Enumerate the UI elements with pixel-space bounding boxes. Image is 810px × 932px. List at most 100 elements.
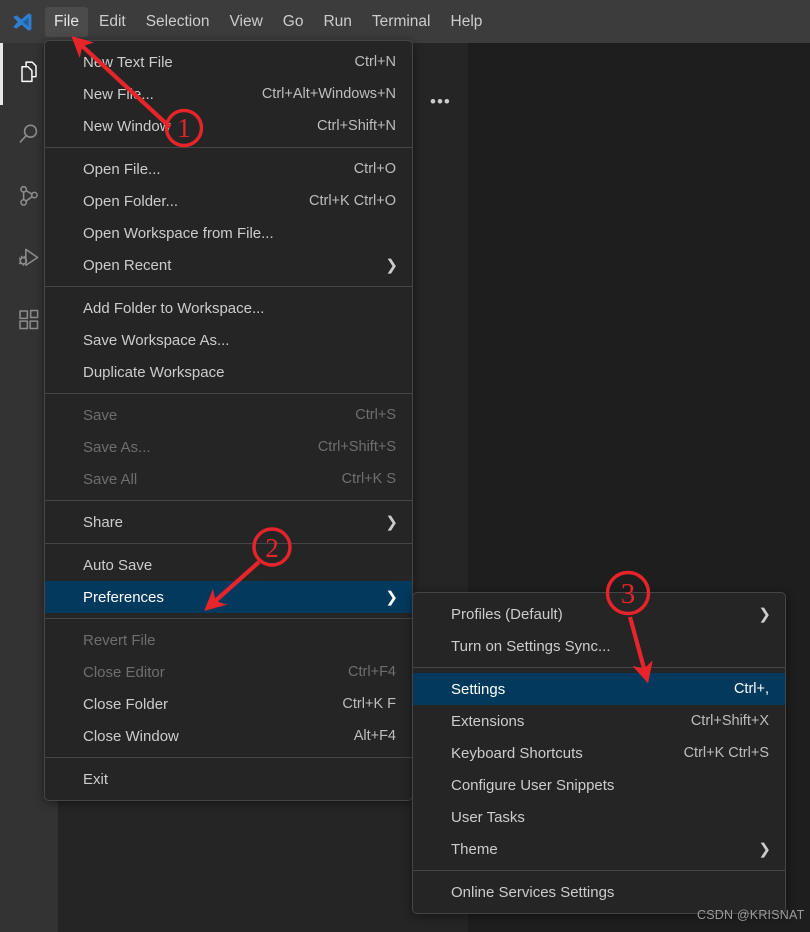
file-menu-separator <box>45 757 412 758</box>
file-menu-item-label: Exit <box>83 770 109 788</box>
preferences-menu-separator <box>413 667 785 668</box>
file-menu-item-open-folder[interactable]: Open Folder... Ctrl+K Ctrl+O <box>45 185 412 217</box>
file-menu-item-label: Share <box>83 513 124 531</box>
file-menu-item-label: Save As... <box>83 438 151 456</box>
preferences-menu-item-extensions[interactable]: Extensions Ctrl+Shift+X <box>413 705 785 737</box>
chevron-right-icon: ❯ <box>758 840 771 858</box>
file-menu-item-save-all: Save All Ctrl+K S <box>45 463 412 495</box>
preferences-menu-item-label: Online Services Settings <box>451 883 615 901</box>
file-menu-item-label: Preferences <box>83 588 164 606</box>
file-menu-item-keybinding: Ctrl+F4 <box>348 664 396 680</box>
file-menu-item-label: Open File... <box>83 160 161 178</box>
menubar-item-view[interactable]: View <box>220 7 271 37</box>
preferences-menu-item-keybinding: Ctrl+Shift+X <box>690 713 769 729</box>
search-magnifier-icon <box>15 120 43 153</box>
file-menu-item-keybinding: Ctrl+K Ctrl+O <box>308 193 396 209</box>
file-menu-item-share[interactable]: Share ❯ <box>45 506 412 538</box>
title-menu-bar: File Edit Selection View Go Run Terminal Help <box>0 0 810 43</box>
file-menu-item-open-workspace-from-file[interactable]: Open Workspace from File... <box>45 217 412 249</box>
preferences-menu-item-turn-on-settings-sync[interactable]: Turn on Settings Sync... <box>413 630 785 662</box>
file-menu-item-label: Save <box>83 406 118 424</box>
preferences-menu-item-profiles-default[interactable]: Profiles (Default) ❯ <box>413 598 785 630</box>
file-menu-item-duplicate-workspace[interactable]: Duplicate Workspace <box>45 356 412 388</box>
file-menu-separator <box>45 393 412 394</box>
menubar-item-run[interactable]: Run <box>314 7 360 37</box>
source-control-branch-icon <box>15 182 43 215</box>
sidebar-more-actions-button[interactable]: ••• <box>430 93 451 110</box>
file-menu-item-exit[interactable]: Exit <box>45 763 412 795</box>
menubar-items: File Edit Selection View Go Run Terminal Help <box>44 0 492 43</box>
file-menu-item-keybinding: Ctrl+S <box>355 407 396 423</box>
file-menu-item-keybinding: Ctrl+Alt+Windows+N <box>261 86 396 102</box>
file-menu-item-label: Save All <box>83 470 138 488</box>
file-menu-separator <box>45 500 412 501</box>
menubar-item-help[interactable]: Help <box>442 7 492 37</box>
preferences-menu-item-online-services-settings[interactable]: Online Services Settings <box>413 876 785 908</box>
chevron-right-icon: ❯ <box>385 588 398 606</box>
file-menu-item-label: Save Workspace As... <box>83 331 230 349</box>
preferences-menu-item-settings[interactable]: Settings Ctrl+, <box>413 673 785 705</box>
preferences-menu-item-keyboard-shortcuts[interactable]: Keyboard Shortcuts Ctrl+K Ctrl+S <box>413 737 785 769</box>
file-menu-item-label: Close Editor <box>83 663 165 681</box>
file-menu-item-label: Close Folder <box>83 695 169 713</box>
preferences-menu-item-keybinding: Ctrl+K Ctrl+S <box>683 745 769 761</box>
preferences-menu-item-keybinding: Ctrl+, <box>733 681 769 697</box>
file-menu-separator <box>45 147 412 148</box>
preferences-menu-item-label: Configure User Snippets <box>451 776 615 794</box>
file-menu-item-label: Revert File <box>83 631 156 649</box>
file-menu-item-label: New Window <box>83 117 171 135</box>
watermark-text: CSDN @KRISNAT <box>697 908 805 922</box>
preferences-menu-item-user-tasks[interactable]: User Tasks <box>413 801 785 833</box>
run-and-debug-icon <box>15 244 43 277</box>
preferences-menu-item-label: Settings <box>451 680 506 698</box>
file-menu-item-close-window[interactable]: Close Window Alt+F4 <box>45 720 412 752</box>
menubar-item-terminal[interactable]: Terminal <box>363 7 440 37</box>
file-menu-item-save-as: Save As... Ctrl+Shift+S <box>45 431 412 463</box>
file-menu-item-preferences[interactable]: Preferences ❯ <box>45 581 412 613</box>
menubar-item-edit[interactable]: Edit <box>90 7 135 37</box>
file-menu-item-label: Add Folder to Workspace... <box>83 299 265 317</box>
file-menu-item-add-folder-to-workspace[interactable]: Add Folder to Workspace... <box>45 292 412 324</box>
file-menu-item-close-editor: Close Editor Ctrl+F4 <box>45 656 412 688</box>
preferences-menu-item-label: User Tasks <box>451 808 525 826</box>
menubar-item-selection[interactable]: Selection <box>137 7 219 37</box>
extensions-blocks-icon <box>15 306 43 339</box>
file-menu-item-new-file[interactable]: New File... Ctrl+Alt+Windows+N <box>45 78 412 110</box>
chevron-right-icon: ❯ <box>758 605 771 623</box>
file-menu-item-label: New File... <box>83 85 154 103</box>
menubar-item-file[interactable]: File <box>45 6 88 37</box>
file-menu-item-label: Close Window <box>83 727 179 745</box>
file-menu-item-save-workspace-as[interactable]: Save Workspace As... <box>45 324 412 356</box>
file-menu-item-label: Open Workspace from File... <box>83 224 274 242</box>
file-menu-item-keybinding: Ctrl+O <box>353 161 396 177</box>
file-menu-item-close-folder[interactable]: Close Folder Ctrl+K F <box>45 688 412 720</box>
file-menu-item-keybinding: Ctrl+Shift+N <box>317 118 396 134</box>
file-menu-separator <box>45 286 412 287</box>
chevron-right-icon: ❯ <box>385 513 398 531</box>
file-menu-item-auto-save[interactable]: Auto Save <box>45 549 412 581</box>
file-menu-item-open-recent[interactable]: Open Recent ❯ <box>45 249 412 281</box>
file-menu-item-new-window[interactable]: New Window Ctrl+Shift+N <box>45 110 412 142</box>
file-menu-item-keybinding: Ctrl+N <box>354 54 397 70</box>
vscode-logo-icon <box>0 0 44 43</box>
preferences-menu-item-configure-user-snippets[interactable]: Configure User Snippets <box>413 769 785 801</box>
file-menu-item-new-text-file[interactable]: New Text File Ctrl+N <box>45 46 412 78</box>
chevron-right-icon: ❯ <box>385 256 398 274</box>
file-menu-item-label: New Text File <box>83 53 173 71</box>
file-menu-item-revert-file: Revert File <box>45 624 412 656</box>
file-menu-item-open-file[interactable]: Open File... Ctrl+O <box>45 153 412 185</box>
file-menu: New Text File Ctrl+N New File... Ctrl+Alt+W… <box>44 40 413 801</box>
preferences-menu-item-label: Profiles (Default) <box>451 605 563 623</box>
file-menu-item-label: Open Folder... <box>83 192 179 210</box>
preferences-menu-separator <box>413 870 785 871</box>
file-menu-separator <box>45 543 412 544</box>
preferences-menu-item-label: Extensions <box>451 712 525 730</box>
file-menu-item-label: Open Recent <box>83 256 172 274</box>
file-menu-item-keybinding: Alt+F4 <box>353 728 396 744</box>
menubar-item-go[interactable]: Go <box>274 7 313 37</box>
explorer-files-icon <box>15 58 43 91</box>
file-menu-item-keybinding: Ctrl+K S <box>341 471 396 487</box>
preferences-menu-item-theme[interactable]: Theme ❯ <box>413 833 785 865</box>
file-menu-item-label: Auto Save <box>83 556 153 574</box>
file-menu-item-label: Duplicate Workspace <box>83 363 225 381</box>
